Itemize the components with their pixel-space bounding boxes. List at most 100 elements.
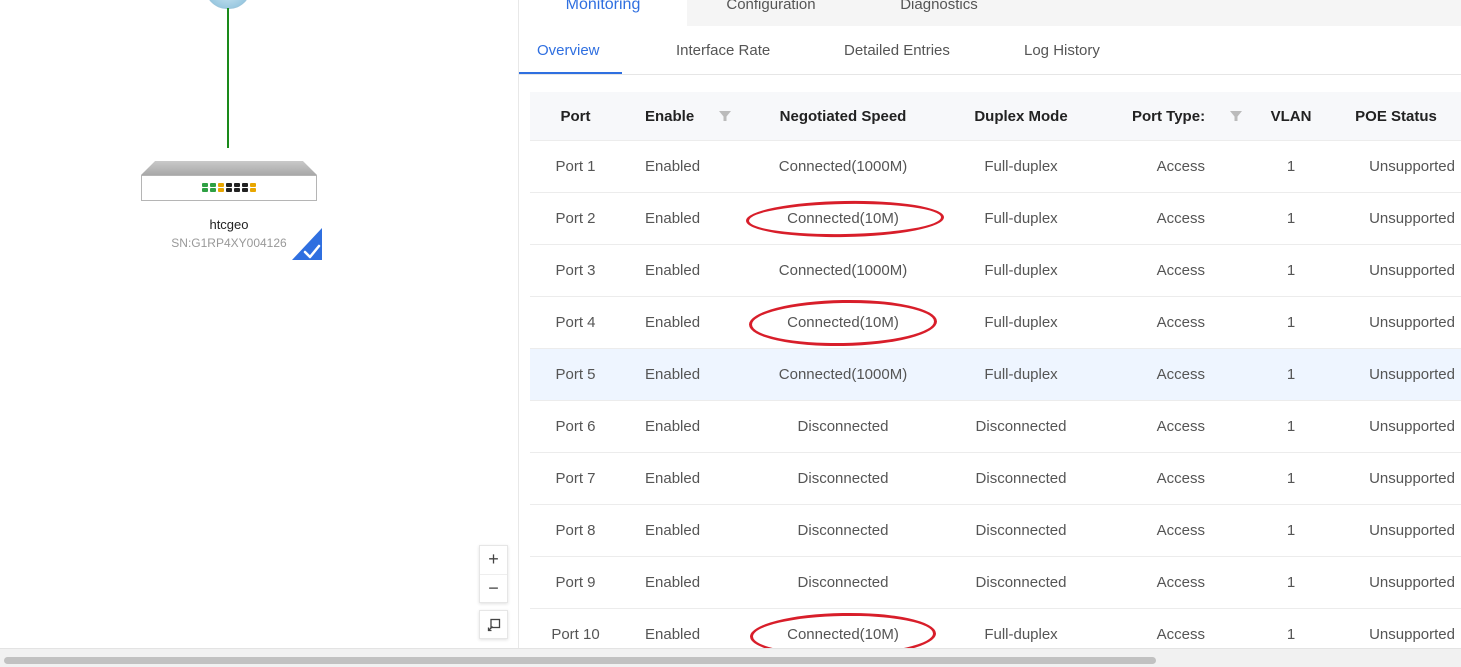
switch-device-icon[interactable] xyxy=(141,161,317,203)
cell-enable: Enabled xyxy=(621,244,742,297)
col-port[interactable]: Port xyxy=(530,92,621,141)
cell-duplex-mode-text: Full-duplex xyxy=(984,314,1058,331)
port-led xyxy=(226,188,232,192)
cell-poe-status-text: Unsupported xyxy=(1369,158,1455,175)
cell-enable-text: Enabled xyxy=(645,158,701,175)
tab-configuration[interactable]: Configuration xyxy=(687,0,855,26)
cell-enable-text: Enabled xyxy=(645,470,701,487)
cell-enable: Enabled xyxy=(621,556,742,609)
cell-vlan: 1 xyxy=(1251,556,1331,609)
cell-duplex-mode-text: Disconnected xyxy=(975,470,1067,487)
table-row[interactable]: Port 1 Enabled Connected(1000M) Full-duplex… xyxy=(530,140,1461,193)
cell-duplex-mode: Full-duplex xyxy=(944,244,1098,297)
cell-port-type: Access xyxy=(1098,348,1251,401)
cell-poe-status-text: Unsupported xyxy=(1369,470,1455,487)
cell-poe-status: Unsupported xyxy=(1331,140,1461,193)
cell-port-text: Port 4 xyxy=(555,314,596,331)
cell-negotiated-speed: Connected(1000M) xyxy=(742,348,944,401)
cell-negotiated-speed-text: Disconnected xyxy=(797,522,889,539)
table-row[interactable]: Port 7 Enabled Disconnected Disconnected Acc… xyxy=(530,452,1461,505)
cell-duplex-mode-text: Full-duplex xyxy=(984,210,1058,227)
sub-tab-bar: Overview Interface Rate Detailed Entries… xyxy=(519,30,1461,75)
subtab-detailed-entries[interactable]: Detailed Entries xyxy=(844,42,950,59)
cell-poe-status: Unsupported xyxy=(1331,348,1461,401)
cell-vlan: 1 xyxy=(1251,296,1331,349)
subtab-log-history[interactable]: Log History xyxy=(1024,42,1100,59)
cell-negotiated-speed: Connected(1000M) xyxy=(742,244,944,297)
cell-duplex-mode: Disconnected xyxy=(944,556,1098,609)
zoom-in-button[interactable]: + xyxy=(480,546,507,574)
cell-negotiated-speed: Connected(10M) xyxy=(742,296,944,349)
cell-negotiated-speed-text: Connected(10M) xyxy=(787,314,899,331)
cell-port-type-text: Access xyxy=(1156,418,1205,435)
cell-port-type-text: Access xyxy=(1156,262,1205,279)
subtab-overview[interactable]: Overview xyxy=(537,42,600,59)
cell-port-type: Access xyxy=(1098,192,1251,245)
cell-negotiated-speed: Disconnected xyxy=(742,504,944,557)
fit-view-button[interactable] xyxy=(479,610,508,639)
cell-enable: Enabled xyxy=(621,348,742,401)
subtab-interface-rate[interactable]: Interface Rate xyxy=(676,42,770,59)
device-name[interactable]: htcgeo xyxy=(141,217,317,232)
cell-negotiated-speed: Connected(10M) xyxy=(742,192,945,245)
zoom-out-button[interactable]: − xyxy=(480,574,507,603)
cell-poe-status: Unsupported xyxy=(1331,296,1461,349)
col-vlan[interactable]: VLAN xyxy=(1251,92,1331,141)
table-row[interactable]: Port 5 Enabled Connected(1000M) Full-duplex… xyxy=(530,348,1461,401)
cell-port-text: Port 8 xyxy=(555,522,596,539)
cell-duplex-mode-text: Disconnected xyxy=(975,574,1067,591)
table-row[interactable]: Port 8 Enabled Disconnected Disconnected Acc… xyxy=(530,504,1461,557)
table-row[interactable]: Port 6 Enabled Disconnected Disconnected Acc… xyxy=(530,400,1461,453)
col-poe-status[interactable]: POE Status xyxy=(1331,92,1461,141)
table-row[interactable]: Port 4 Enabled Connected(10M) Full-duplex Ac… xyxy=(530,296,1461,349)
cell-enable-text: Enabled xyxy=(645,574,701,591)
cell-enable-text: Enabled xyxy=(645,366,701,383)
cell-duplex-mode: Disconnected xyxy=(944,452,1098,505)
cell-vlan-text: 1 xyxy=(1286,262,1296,279)
tab-diagnostics[interactable]: Diagnostics xyxy=(855,0,1023,26)
cell-port-type-text: Access xyxy=(1156,366,1205,383)
cell-vlan-text: 1 xyxy=(1286,158,1296,175)
cell-poe-status: Unsupported xyxy=(1331,504,1461,557)
cell-enable: Enabled xyxy=(621,452,742,505)
cell-vlan-text: 1 xyxy=(1286,574,1296,591)
table-row[interactable]: Port 9 Enabled Disconnected Disconnected Acc… xyxy=(530,556,1461,609)
col-duplex-mode[interactable]: Duplex Mode xyxy=(944,92,1098,141)
cell-duplex-mode: Full-duplex xyxy=(944,192,1098,245)
cell-vlan: 1 xyxy=(1251,140,1331,193)
cell-port: Port 8 xyxy=(530,504,621,557)
port-led xyxy=(210,183,216,187)
cell-duplex-mode: Full-duplex xyxy=(944,348,1098,401)
cell-poe-status: Unsupported xyxy=(1331,556,1461,609)
cell-poe-status-text: Unsupported xyxy=(1369,626,1455,643)
port-led xyxy=(250,188,256,192)
selected-check-icon xyxy=(292,228,322,260)
cell-poe-status-text: Unsupported xyxy=(1369,366,1455,383)
table-row[interactable]: Port 3 Enabled Connected(1000M) Full-duplex… xyxy=(530,244,1461,297)
table-row[interactable]: Port 2 Enabled Connected(10M) Full-duplex Ac… xyxy=(530,192,1461,245)
port-type-filter-icon[interactable] xyxy=(1230,110,1242,122)
cell-port-type-text: Access xyxy=(1156,470,1205,487)
horizontal-scroll-thumb[interactable] xyxy=(4,657,1156,664)
col-negotiated-speed[interactable]: Negotiated Speed xyxy=(742,92,944,141)
cell-vlan: 1 xyxy=(1251,244,1331,297)
cell-enable-text: Enabled xyxy=(645,262,701,279)
active-subtab-indicator xyxy=(519,72,622,74)
cell-negotiated-speed-text: Connected(1000M) xyxy=(778,262,908,279)
main-tab-bar: Monitoring Configuration Diagnostics xyxy=(519,0,1461,26)
topology-panel: htcgeo SN:G1RP4XY004126 + − xyxy=(0,0,518,648)
cell-port-type-text: Access xyxy=(1156,626,1205,643)
cell-vlan-text: 1 xyxy=(1286,210,1296,227)
enable-filter-icon[interactable] xyxy=(719,110,731,122)
port-status-table: Port Enable Negotiated Speed Duplex Mode… xyxy=(530,92,1461,660)
horizontal-scrollbar[interactable] xyxy=(0,648,1461,667)
cell-negotiated-speed-text: Connected(1000M) xyxy=(778,158,908,175)
cell-vlan-text: 1 xyxy=(1286,522,1296,539)
cell-duplex-mode: Full-duplex xyxy=(944,140,1098,193)
uplink-line xyxy=(227,8,229,148)
cell-port: Port 6 xyxy=(530,400,621,453)
tab-monitoring[interactable]: Monitoring xyxy=(519,0,687,26)
port-led xyxy=(250,183,256,187)
cell-poe-status-text: Unsupported xyxy=(1369,418,1455,435)
cell-port-text: Port 1 xyxy=(555,158,596,175)
